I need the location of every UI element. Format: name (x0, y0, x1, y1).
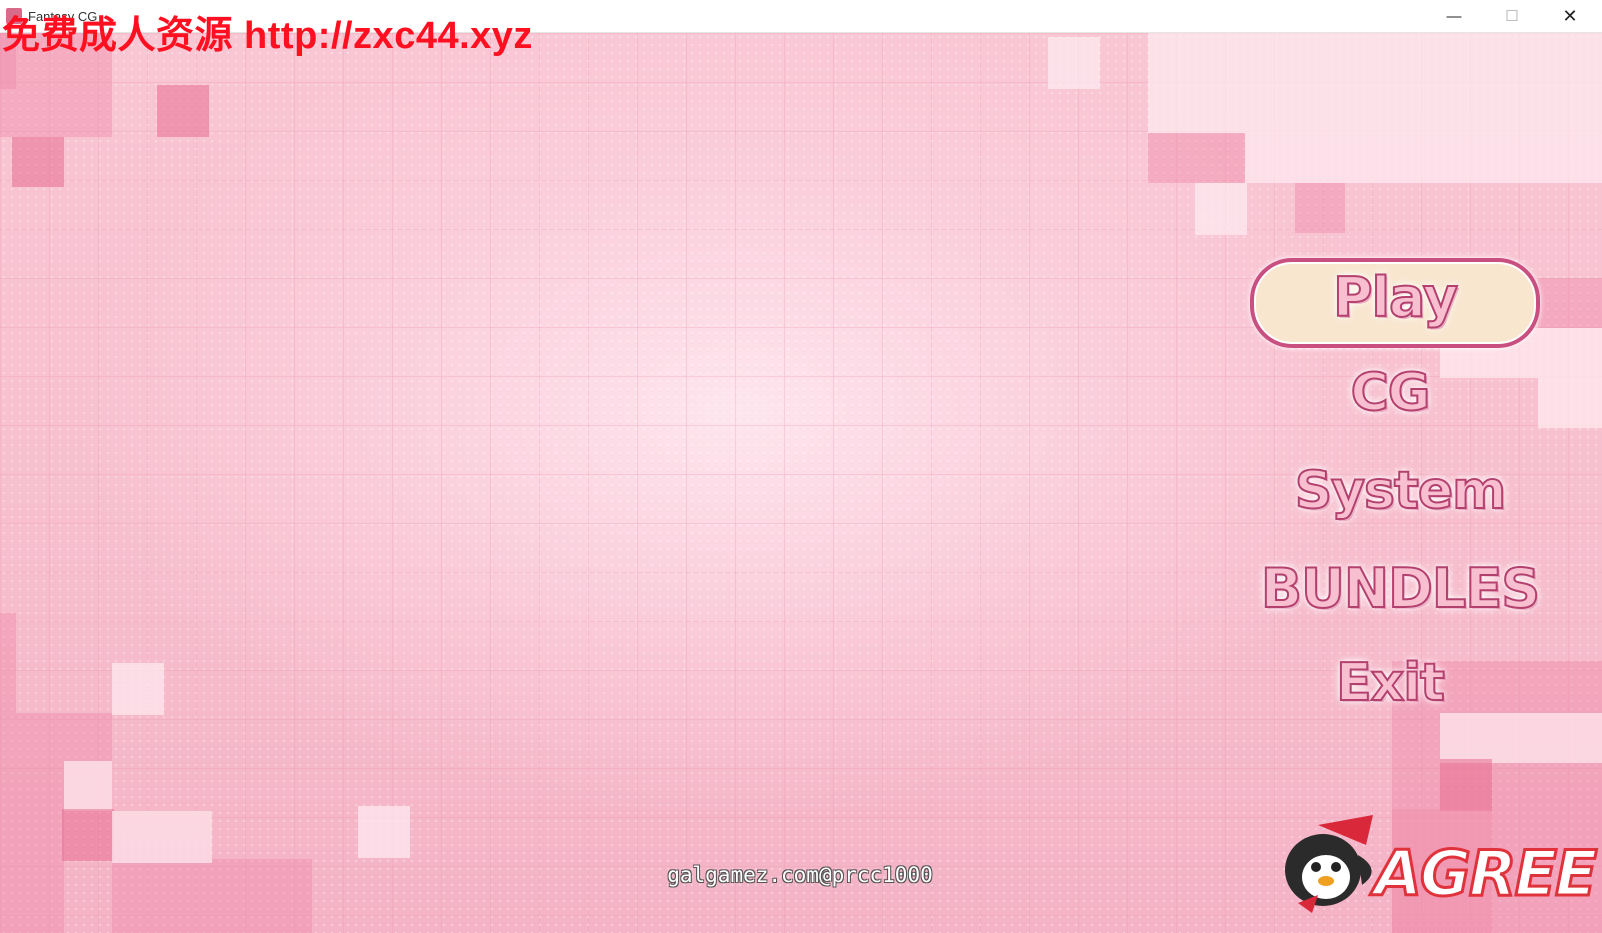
maximize-button[interactable]: ☐ (1483, 0, 1541, 32)
publisher-logo-text: AGREE (1372, 836, 1598, 912)
minimize-button[interactable]: — (1425, 0, 1483, 32)
bundles-button[interactable]: BUNDLES (1240, 556, 1560, 621)
penguin-mascot-icon (1285, 815, 1373, 913)
cg-gallery-button[interactable]: CG (1300, 362, 1480, 424)
exit-button[interactable]: Exit (1290, 652, 1490, 714)
system-button[interactable]: System (1260, 460, 1540, 522)
publisher-logo: AGREE (1278, 805, 1599, 923)
close-button[interactable]: ✕ (1541, 0, 1599, 32)
game-title-screen: Play CG System BUNDLES Exit (0, 33, 1602, 933)
watermark-banner: 免费成人资源 http://zxc44.xyz (2, 15, 533, 57)
credit-text: galgamez.com@prcc1000 (667, 863, 933, 887)
play-button[interactable]: Play (1250, 265, 1540, 330)
